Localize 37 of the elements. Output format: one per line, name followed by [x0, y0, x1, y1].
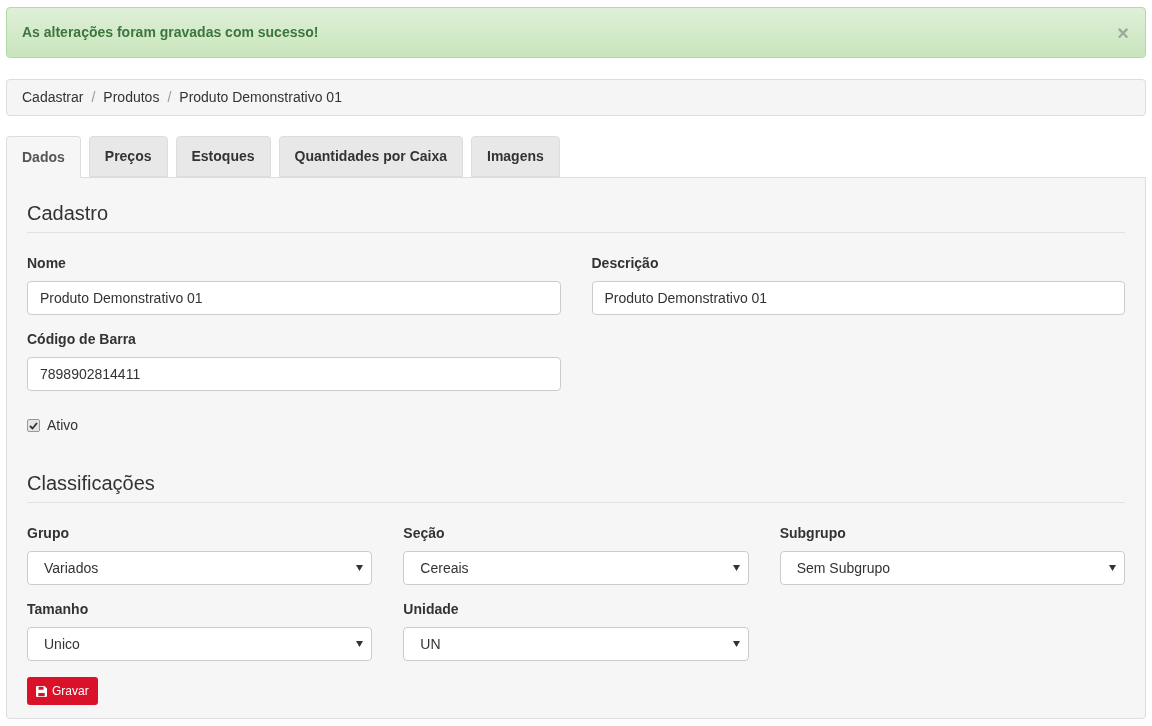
save-button[interactable]: Gravar [27, 677, 98, 705]
field-label: Seção [403, 524, 446, 543]
active-checkbox[interactable] [27, 419, 40, 432]
select-field[interactable]: Unico [27, 627, 373, 661]
tab[interactable]: Estoques [175, 136, 271, 177]
field-label: Unidade [403, 600, 460, 619]
input-field[interactable]: Produto Demonstrativo 01 [591, 281, 1125, 315]
tab[interactable]: Imagens [471, 136, 560, 177]
dropdown-caret-icon [356, 565, 364, 571]
alert-message: As alterações foram gravadas com sucesso! [22, 23, 319, 42]
input-field[interactable]: Produto Demonstrativo 01 [27, 281, 561, 315]
breadcrumb-item[interactable]: Produtos [103, 87, 160, 108]
field-label: Nome [27, 254, 67, 273]
breadcrumb-separator: / [167, 88, 172, 107]
select-field[interactable]: Cereais [403, 551, 749, 585]
breadcrumb-item[interactable]: Cadastrar [22, 87, 84, 108]
breadcrumb-separator: / [91, 88, 96, 107]
dropdown-caret-icon [732, 565, 740, 571]
checkbox-label: Ativo [47, 416, 79, 435]
section-heading: Cadastro [27, 198, 1125, 233]
field-label: Código de Barra [27, 330, 137, 349]
field-label: Subgrupo [779, 524, 847, 543]
select-field[interactable]: UN [403, 627, 749, 661]
select-field[interactable]: Sem Subgrupo [779, 551, 1125, 585]
section-heading: Classificações [27, 468, 1125, 503]
select-field[interactable]: Variados [27, 551, 373, 585]
field-label: Grupo [27, 524, 70, 543]
breadcrumb-item: Produto Demonstrativo 01 [179, 88, 342, 107]
tab[interactable]: Quantidades por Caixa [278, 136, 463, 177]
tab[interactable]: Preços [88, 136, 168, 177]
field-label: Descrição [591, 254, 660, 273]
dropdown-caret-icon [732, 641, 740, 647]
field-label: Tamanho [27, 600, 90, 619]
tab[interactable]: Dados [6, 136, 81, 178]
dropdown-caret-icon [356, 641, 364, 647]
input-field[interactable]: 7898902814411 [27, 357, 561, 391]
dropdown-caret-icon [1109, 565, 1116, 571]
